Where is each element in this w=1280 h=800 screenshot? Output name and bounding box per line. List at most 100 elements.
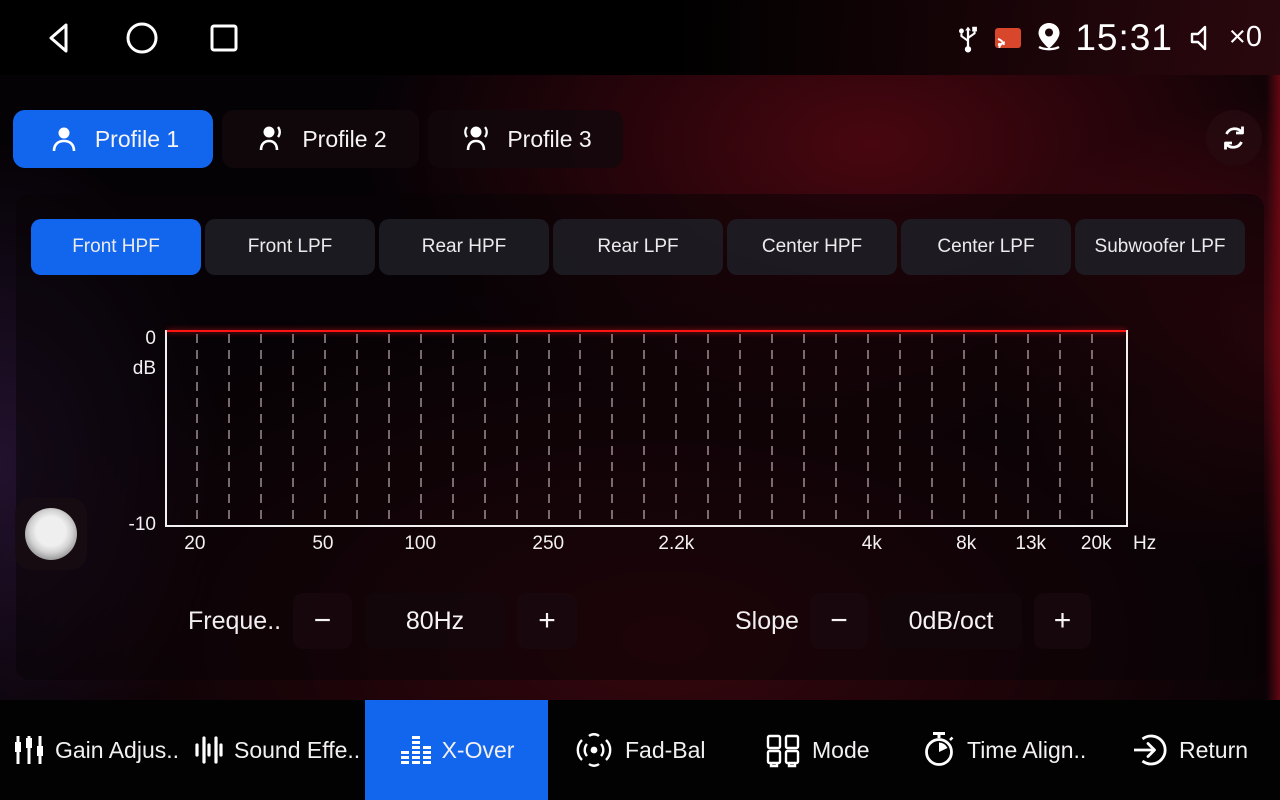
nav-gain-adjust[interactable]: Gain Adjus.. <box>12 700 179 800</box>
nav-label: Return <box>1179 737 1248 764</box>
chart-gridline <box>516 334 518 522</box>
nav-mode[interactable]: Mode <box>763 700 870 800</box>
profile-tab-2[interactable]: Profile 2 <box>222 110 419 168</box>
chart-gridline <box>1027 334 1029 522</box>
sync-icon <box>1218 122 1250 154</box>
chart-gridline <box>931 334 933 522</box>
profile-tab-label: Profile 1 <box>95 126 179 153</box>
nav-fad-bal[interactable]: Fad-Bal <box>572 700 706 800</box>
x-tick-label: 8k <box>956 533 976 555</box>
tab-rear-hpf[interactable]: Rear HPF <box>379 219 549 275</box>
back-button[interactable] <box>25 0 95 75</box>
chart-gridline <box>228 334 230 522</box>
return-icon <box>1130 730 1170 770</box>
profile-person-icon <box>459 122 493 156</box>
nav-label: Gain Adjus.. <box>55 737 179 764</box>
recents-icon <box>207 21 241 55</box>
frequency-label: Freque.. <box>188 593 281 649</box>
tab-label: Rear LPF <box>597 236 678 258</box>
tab-front-lpf[interactable]: Front LPF <box>205 219 375 275</box>
status-tray: 15:31 ×0 <box>953 0 1262 75</box>
chart-gridline <box>548 334 550 522</box>
chart-gridline <box>292 334 294 522</box>
nav-time-alignment[interactable]: Time Align.. <box>920 700 1086 800</box>
y-axis-unit-label: dB <box>112 358 156 380</box>
y-axis-max-label: 0 <box>112 328 156 350</box>
tab-label: Rear HPF <box>422 236 506 258</box>
nav-label: Mode <box>812 737 870 764</box>
chart-gridline <box>963 334 965 522</box>
chart-gridline <box>1059 334 1061 522</box>
adjust-knob[interactable] <box>15 498 87 570</box>
chart-gridline <box>356 334 358 522</box>
nav-sound-effects[interactable]: Sound Effe.. <box>193 700 360 800</box>
frequency-minus-button[interactable]: − <box>293 593 352 649</box>
response-curve-0db <box>167 330 1126 332</box>
x-tick-label: 20k <box>1081 533 1112 555</box>
volume-muted-icon <box>1189 23 1219 53</box>
home-button[interactable] <box>107 0 177 75</box>
chart-gridline <box>995 334 997 522</box>
status-bar: 15:31 ×0 <box>0 0 1280 75</box>
chart-gridline <box>579 334 581 522</box>
recents-button[interactable] <box>189 0 259 75</box>
chart-gridline <box>835 334 837 522</box>
tab-rear-lpf[interactable]: Rear LPF <box>553 219 723 275</box>
x-tick-label: 2.2k <box>658 533 694 555</box>
chart-x-labels: 20501002502.2k4k8k13k20k <box>165 533 1128 559</box>
chart-gridline <box>867 334 869 522</box>
tab-label: Center LPF <box>937 236 1034 258</box>
tab-subwoofer-lpf[interactable]: Subwoofer LPF <box>1075 219 1245 275</box>
clock: 15:31 <box>1075 17 1173 59</box>
frequency-plus-button[interactable]: + <box>517 593 577 649</box>
tab-label: Subwoofer LPF <box>1095 236 1226 258</box>
tab-label: Front LPF <box>248 236 332 258</box>
profile-tab-label: Profile 2 <box>302 126 386 153</box>
knob-ball-icon <box>25 508 77 560</box>
chart-plot <box>165 330 1128 527</box>
gain-sliders-icon <box>12 732 46 768</box>
slope-label: Slope <box>735 593 799 649</box>
mode-grid-icon <box>763 730 803 770</box>
chart-gridline <box>739 334 741 522</box>
usb-icon <box>953 21 983 55</box>
x-tick-label: 13k <box>1015 533 1046 555</box>
xover-bars-icon <box>399 732 433 768</box>
profile-tab-1[interactable]: Profile 1 <box>13 110 213 168</box>
reset-profile-button[interactable] <box>1206 110 1262 166</box>
tab-front-hpf[interactable]: Front HPF <box>31 219 201 275</box>
chart-gridline <box>803 334 805 522</box>
cast-icon <box>993 25 1023 51</box>
nav-xover[interactable]: X-Over <box>365 700 548 800</box>
nav-label: Fad-Bal <box>625 737 706 764</box>
chart-gridline <box>452 334 454 522</box>
sound-effects-icon <box>193 732 225 768</box>
chart-gridline <box>899 334 901 522</box>
slope-plus-button[interactable]: + <box>1034 593 1091 649</box>
chart-gridline <box>611 334 613 522</box>
back-icon <box>42 20 78 56</box>
tab-center-hpf[interactable]: Center HPF <box>727 219 897 275</box>
x-tick-label: 4k <box>862 533 882 555</box>
nav-return[interactable]: Return <box>1130 700 1248 800</box>
home-icon <box>124 20 160 56</box>
profile-person-icon <box>47 122 81 156</box>
chart-gridline <box>388 334 390 522</box>
fader-balance-icon <box>572 730 616 770</box>
slope-minus-button[interactable]: − <box>810 593 868 649</box>
profile-person-icon <box>254 122 288 156</box>
chart-gridline <box>484 334 486 522</box>
x-tick-label: 50 <box>312 533 333 555</box>
location-icon <box>1033 21 1065 55</box>
chart-gridline <box>675 334 677 522</box>
nav-label: Sound Effe.. <box>234 737 360 764</box>
tab-label: Front HPF <box>72 236 160 258</box>
chart-gridline <box>1091 334 1093 522</box>
chart-gridline <box>643 334 645 522</box>
tab-center-lpf[interactable]: Center LPF <box>901 219 1071 275</box>
nav-label: X-Over <box>442 737 515 764</box>
x-tick-label: 250 <box>532 533 564 555</box>
profile-tab-3[interactable]: Profile 3 <box>428 110 623 168</box>
chart-gridline <box>324 334 326 522</box>
chart-gridline <box>196 334 198 522</box>
